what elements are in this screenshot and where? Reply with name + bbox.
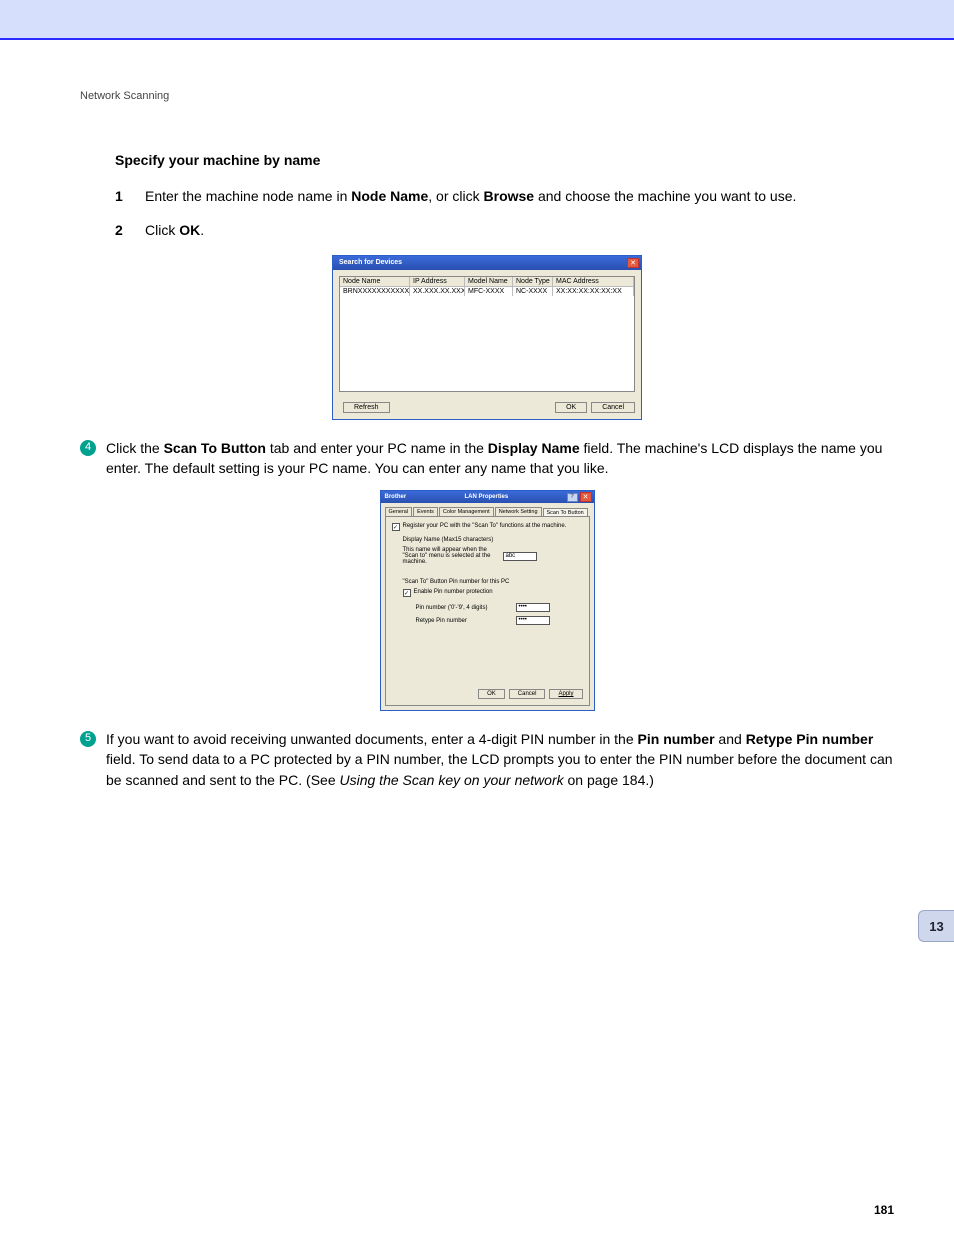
top-strip (0, 0, 954, 40)
display-name-label-1: Display Name (Max15 characters) (403, 537, 583, 543)
pin-number-label: Pin number ('0'-'9', 4 digits) (416, 605, 516, 611)
section-title: Specify your machine by name (115, 152, 894, 168)
col-mac-address: MAC Address (553, 277, 634, 286)
dialog-titlebar: Brother LAN Properties ? ✕ (381, 491, 594, 503)
dialog-titlebar: Search for Devices ✕ (333, 256, 641, 270)
text: . (200, 222, 204, 238)
text: on page 184.) (564, 772, 654, 788)
substep-number: 2 (115, 220, 145, 240)
table-row[interactable]: BRNXXXXXXXXXXXX XX.XXX.XX.XXX MFC-XXXX N… (340, 287, 634, 296)
substep-text: Enter the machine node name in Node Name… (145, 186, 894, 206)
help-icon[interactable]: ? (567, 493, 578, 502)
text: Click (145, 222, 179, 238)
refresh-button[interactable]: Refresh (343, 402, 390, 413)
pin-number-input[interactable]: •••• (516, 603, 550, 612)
page-body: Network Scanning Specify your machine by… (0, 40, 954, 1235)
step-badge-4: 4 (80, 440, 96, 456)
register-pc-checkbox[interactable]: ✓ (392, 523, 400, 531)
text: and (715, 731, 746, 747)
cancel-button[interactable]: Cancel (591, 402, 635, 413)
step-4: 4 Click the Scan To Button tab and enter… (80, 438, 894, 479)
lan-properties-dialog: Brother LAN Properties ? ✕ General Event… (380, 490, 595, 711)
cell-mac-address: XX:XX:XX:XX:XX:XX (553, 287, 634, 296)
node-name-label: Node Name (351, 188, 428, 204)
register-pc-label: Register your PC with the "Scan To" func… (403, 523, 567, 529)
apply-button[interactable]: Apply (549, 689, 582, 699)
cell-node-type: NC-XXXX (513, 287, 553, 296)
ok-label: OK (179, 222, 200, 238)
display-name-label-2: This name will appear when the "Scan to"… (403, 547, 503, 565)
enable-pin-label: Enable Pin number protection (414, 589, 493, 595)
dialog-button-row: Refresh OK Cancel (333, 398, 641, 419)
step-badge-5: 5 (80, 731, 96, 747)
substep-text: Click OK. (145, 220, 894, 240)
step-5: 5 If you want to avoid receiving unwante… (80, 729, 894, 790)
tab-general[interactable]: General (385, 507, 413, 516)
spacer (392, 569, 583, 579)
numbered-substeps: 1 Enter the machine node name in Node Na… (115, 186, 894, 241)
tab-network-setting[interactable]: Network Setting (495, 507, 542, 516)
pin-section-header: "Scan To" Button Pin number for this PC (403, 579, 583, 585)
text: Enter the machine node name in (145, 188, 351, 204)
register-pc-row: ✓ Register your PC with the "Scan To" fu… (392, 523, 583, 531)
spacer (390, 402, 552, 413)
enable-pin-row: ✓ Enable Pin number protection (403, 589, 583, 597)
tab-color-management[interactable]: Color Management (439, 507, 494, 516)
retype-pin-field-label: Retype Pin number (746, 731, 874, 747)
pin-number-field-label: Pin number (638, 731, 715, 747)
step-text: If you want to avoid receiving unwanted … (106, 729, 894, 790)
search-devices-dialog: Search for Devices ✕ Node Name IP Addres… (332, 255, 642, 420)
table-header-row: Node Name IP Address Model Name Node Typ… (340, 277, 634, 287)
dialog-title: Search for Devices (335, 259, 627, 266)
page-number: 181 (874, 1203, 894, 1217)
dialog-button-row: OK Cancel Apply (474, 689, 582, 699)
text: tab and enter your PC name in the (266, 440, 488, 456)
retype-pin-input[interactable]: •••• (516, 616, 550, 625)
display-name-input[interactable]: abc (503, 552, 537, 561)
pin-number-row: Pin number ('0'-'9', 4 digits) •••• (416, 603, 583, 612)
substep-1: 1 Enter the machine node name in Node Na… (115, 186, 894, 206)
cross-reference-link[interactable]: Using the Scan key on your network (340, 772, 564, 788)
tab-strip: General Events Color Management Network … (385, 507, 590, 516)
ok-button[interactable]: OK (555, 402, 587, 413)
display-name-row: This name will appear when the "Scan to"… (403, 547, 583, 565)
dialog-title-center: LAN Properties (406, 494, 566, 500)
cell-ip-address: XX.XXX.XX.XXX (410, 287, 465, 296)
text: If you want to avoid receiving unwanted … (106, 731, 638, 747)
enable-pin-checkbox[interactable]: ✓ (403, 589, 411, 597)
cell-node-name: BRNXXXXXXXXXXXX (340, 287, 410, 296)
col-ip-address: IP Address (410, 277, 465, 286)
cancel-button[interactable]: Cancel (509, 689, 546, 699)
tab-events[interactable]: Events (413, 507, 438, 516)
scan-to-button-tab-label: Scan To Button (164, 440, 266, 456)
dialog-title-left: Brother (383, 494, 407, 500)
cell-model-name: MFC-XXXX (465, 287, 513, 296)
tab-panel-scan-to-button: ✓ Register your PC with the "Scan To" fu… (385, 516, 590, 706)
substep-2: 2 Click OK. (115, 220, 894, 240)
running-header: Network Scanning (80, 90, 894, 102)
browse-label: Browse (484, 188, 535, 204)
table-empty-space (340, 296, 634, 391)
text: , or click (428, 188, 483, 204)
text: Click the (106, 440, 164, 456)
retype-pin-row: Retype Pin number •••• (416, 616, 583, 625)
col-model-name: Model Name (465, 277, 513, 286)
col-node-name: Node Name (340, 277, 410, 286)
ok-button[interactable]: OK (478, 689, 505, 699)
apply-underline: Apply (558, 691, 573, 697)
col-node-type: Node Type (513, 277, 553, 286)
step-text: Click the Scan To Button tab and enter y… (106, 438, 894, 479)
device-table: Node Name IP Address Model Name Node Typ… (339, 276, 635, 392)
close-icon[interactable]: ✕ (580, 492, 592, 502)
display-name-label: Display Name (488, 440, 580, 456)
close-icon[interactable]: ✕ (627, 258, 639, 268)
substep-number: 1 (115, 186, 145, 206)
text: and choose the machine you want to use. (534, 188, 796, 204)
retype-pin-label: Retype Pin number (416, 618, 516, 624)
chapter-tab[interactable]: 13 (918, 910, 954, 942)
